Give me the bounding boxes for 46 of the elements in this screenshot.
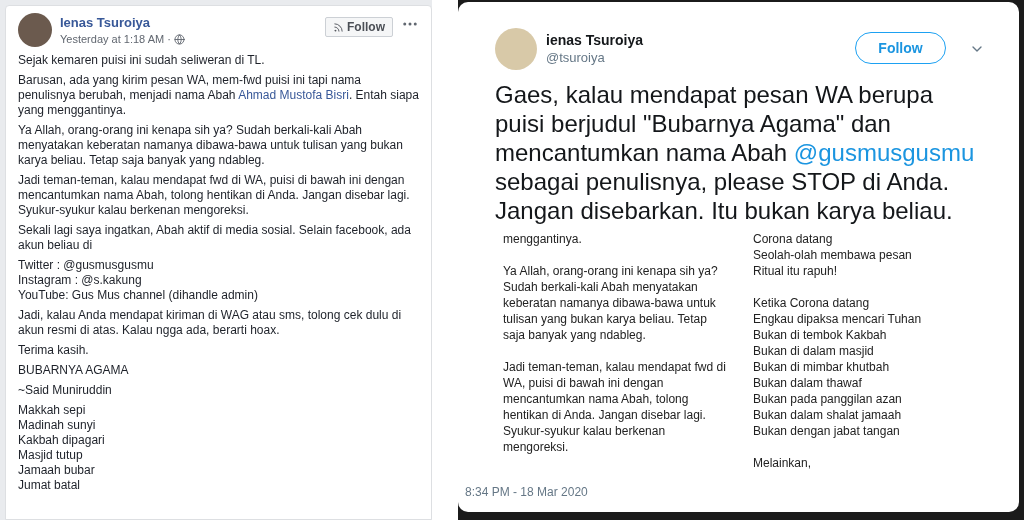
post-time[interactable]: Yesterday at 1:18 AM ·: [60, 31, 171, 47]
globe-icon: [173, 33, 185, 45]
author-name[interactable]: Ienas Tsuroiya: [60, 15, 317, 31]
poem-line: Melainkan,: [753, 455, 813, 469]
poem-line: Ketika Corona datang: [753, 295, 871, 311]
post-line: Instagram : @s.kakung: [18, 273, 143, 288]
rss-icon: [333, 21, 344, 33]
poem-line: Engkau dipaksa mencari Tuhan: [753, 311, 922, 327]
post-paragraph: Terima kasih.: [18, 343, 90, 358]
post-paragraph: ~Said Muniruddin: [18, 383, 113, 398]
post-line: Kakbah dipagari: [18, 433, 106, 448]
post-line: Jumat batal: [18, 478, 82, 493]
post-paragraph: Barusan, ada yang kirim pesan WA, mem-fwd puisi ini tapi nama penulisnya berubah, menjadi nama Abah Ahmad Mustofa Bisri. Entah siapa yang menggantinya.: [18, 73, 419, 118]
post-line: Madinah sunyi: [18, 418, 97, 433]
tweet-timestamp[interactable]: 8:34 PM - 18 Mar 2020: [465, 483, 985, 501]
poem-line: Bukan di mimbar khutbah: [753, 359, 891, 375]
follow-button[interactable]: Follow: [325, 17, 393, 37]
tweet-text: Gaes, kalau mendapat pesan WA berupa puisi berjudul "Bubarnya Agama" dan mencantumkan nama Abah @gusmusgusmu sebagai penulisnya, please STOP di Anda. Jangan disebarkan. Itu bukan karya beliau.: [495, 80, 976, 225]
post-line: YouTube: Gus Mus channel (dihandle admin): [18, 288, 259, 303]
poem-line: Bukan pada panggilan azan: [753, 391, 903, 407]
poem-line: Bukan dalam shalat jamaah: [753, 407, 903, 423]
image-paragraph: Jadi teman-teman, kalau mendapat fwd di WA, puisi di bawah ini dengan mencantumkan nama Abah, tolong hentikan di Anda. Jangan disebar lagi. Syukur-syukur kalau berkenan mengoreksi.: [503, 359, 727, 455]
post-paragraph: Sekali lagi saya ingatkan, Abah aktif di media sosial. Selain facebook, ada akun beliau di: [18, 223, 412, 253]
post-paragraph: BUBARNYA AGAMA: [18, 363, 130, 378]
post-line: Makkah sepi: [18, 403, 87, 418]
profile-link[interactable]: Ahmad Mustofa Bisri: [238, 88, 349, 102]
poem-line: Bukan dengan jabat tangan: [753, 423, 901, 439]
poem-line: Corona datang: [753, 231, 834, 247]
post-paragraph: Jadi teman-teman, kalau mendapat fwd di WA, puisi di bawah ini dengan mencantumkan nama Abah, tolong hentikan di Anda. Jangan disebar lagi. Syukur-syukur kalau berkenan mengoreksi.: [18, 173, 411, 218]
poem-line: Bukan dalam thawaf: [753, 375, 863, 391]
post-paragraph: Sejak kemaren puisi ini sudah seliweran di TL.: [18, 53, 266, 68]
poem-line: Bukan di dalam masjid: [753, 343, 875, 359]
image-paragraph: menggantinya.: [503, 231, 583, 247]
image-paragraph: Ya Allah, orang-orang ini kenapa sih ya? Sudah berkali-kali Abah menyatakan keberatan namanya dibawa-bawa untuk tulisan yang bukan karya beliau. Tetap saja banyak yang ndableg.: [503, 263, 719, 343]
post-line: Jamaah bubar: [18, 463, 96, 478]
post-paragraph: Jadi, kalau Anda mendapat kiriman di WAG atau sms, tolong cek dulu di akun resmi di atas. Kalau ngga ada, berarti hoax.: [18, 308, 403, 338]
user-handle[interactable]: @tsuroiya: [546, 49, 846, 67]
post-paragraph: Ya Allah, orang-orang ini kenapa sih ya? Sudah berkali-kali Abah menyatakan keberatan namanya dibawa-bawa untuk tulisan yang bukan karya beliau. Tetap saja banyak yang ndableg.: [18, 123, 404, 168]
poem-line: Ritual itu rapuh!: [753, 263, 839, 279]
poem-line: Seolah-olah membawa pesan: [753, 247, 913, 263]
author-name[interactable]: ienas Tsuroiya: [546, 31, 846, 49]
mention-link[interactable]: @gusmusgusmu: [793, 139, 975, 166]
post-line: Masjid tutup: [18, 448, 84, 463]
avatar[interactable]: [18, 13, 52, 47]
poem-line: Bukan di tembok Kakbah: [753, 327, 888, 343]
post-line: Twitter : @gusmusgusmu: [18, 258, 155, 273]
